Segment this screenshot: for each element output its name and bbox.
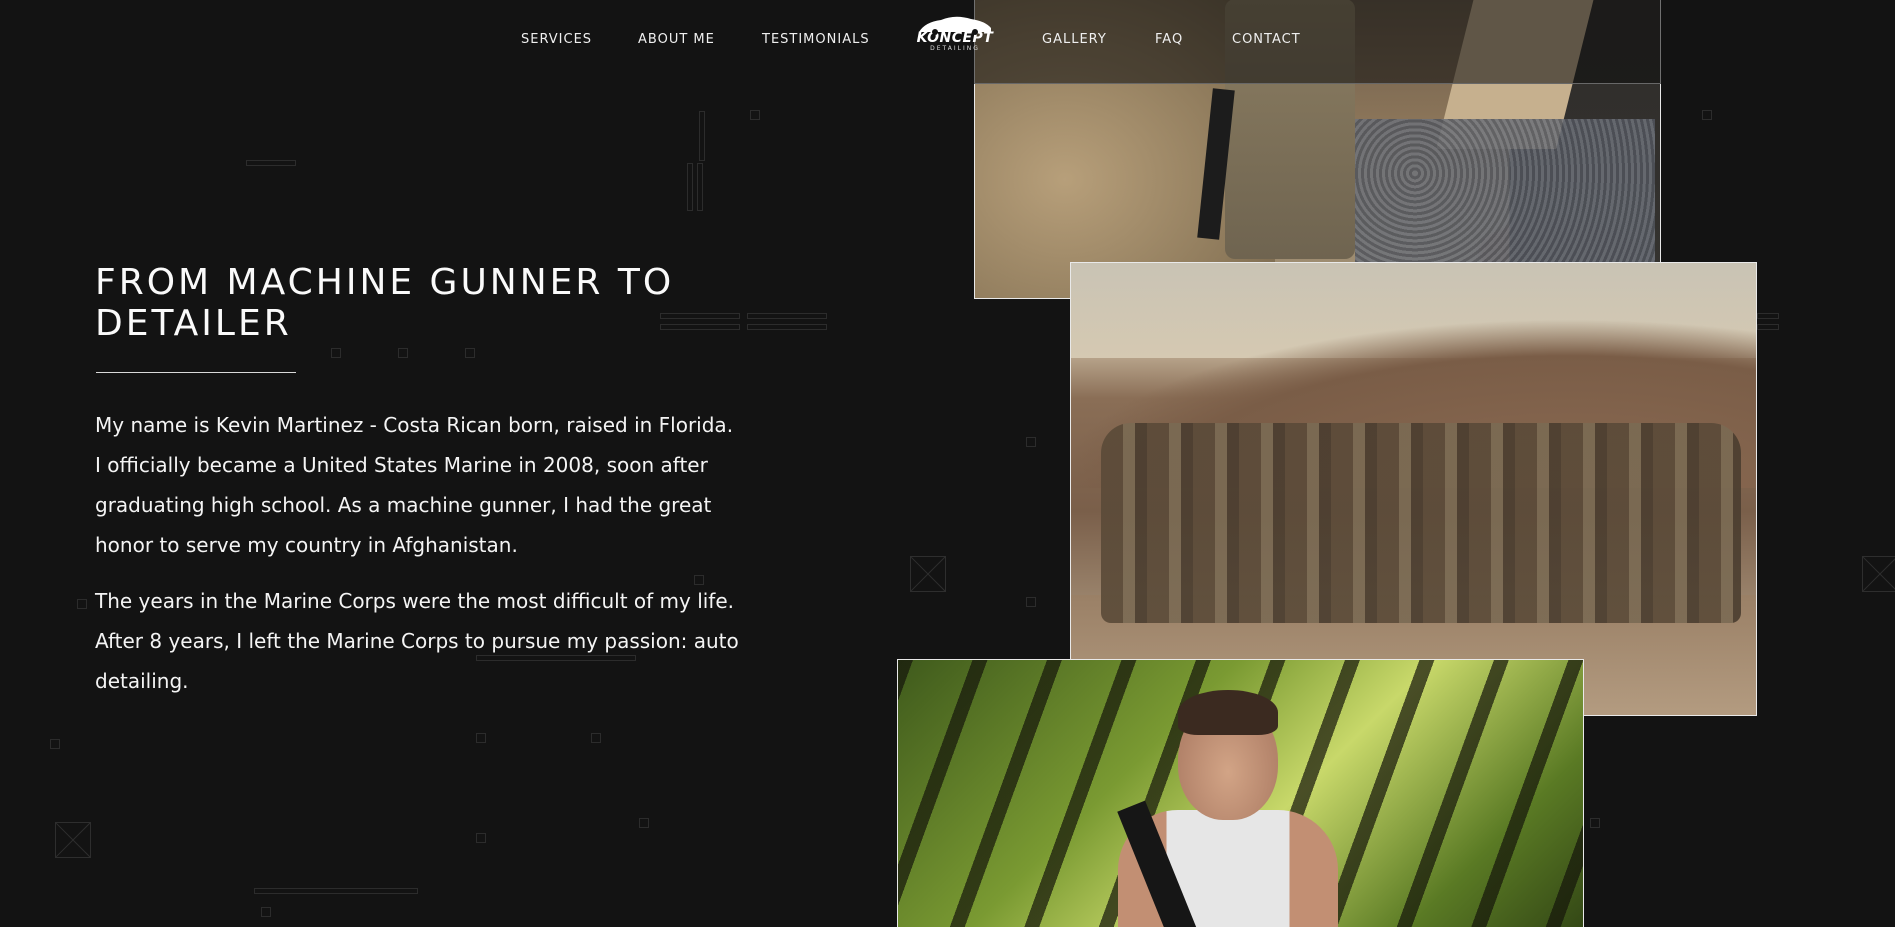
- deco-bar: [254, 888, 418, 894]
- deco-square: [50, 739, 60, 749]
- deco-square: [465, 348, 475, 358]
- deco-square: [261, 907, 271, 917]
- photo-troops: [1101, 423, 1741, 623]
- nav-link-faq[interactable]: FAQ: [1155, 32, 1183, 47]
- deco-square: [1026, 597, 1036, 607]
- deco-x: [1862, 556, 1895, 592]
- deco-square: [398, 348, 408, 358]
- deco-square: [476, 733, 486, 743]
- title-divider: [96, 372, 296, 373]
- deco-square: [1026, 437, 1036, 447]
- deco-square: [1590, 818, 1600, 828]
- deco-square: [750, 110, 760, 120]
- nav-link-testimonials[interactable]: TESTIMONIALS: [762, 32, 870, 47]
- platoon-group-photo: [1070, 262, 1757, 716]
- kevin-jungle-photo: [897, 659, 1584, 927]
- deco-bar: [747, 324, 827, 330]
- deco-bar: [699, 111, 705, 161]
- about-title: FROM MACHINE GUNNER TO DETAILER: [95, 262, 675, 344]
- deco-square: [476, 833, 486, 843]
- deco-bar: [1757, 313, 1779, 319]
- deco-square: [639, 818, 649, 828]
- deco-bar: [687, 163, 693, 211]
- nav-link-contact[interactable]: CONTACT: [1232, 32, 1301, 47]
- photo-hair: [1178, 690, 1278, 735]
- deco-bar: [747, 313, 827, 319]
- deco-square: [77, 599, 87, 609]
- deco-x: [55, 822, 91, 858]
- deco-bar: [1757, 324, 1779, 330]
- deco-x: [910, 556, 946, 592]
- deco-square: [331, 348, 341, 358]
- deco-bar: [246, 160, 296, 166]
- logo-subtitle: DETAILING: [930, 45, 980, 52]
- car-silhouette-icon: [919, 16, 991, 35]
- deco-square: [591, 733, 601, 743]
- nav-link-gallery[interactable]: GALLERY: [1042, 32, 1107, 47]
- koncept-logo[interactable]: KONCEPT DETAILING: [914, 14, 996, 62]
- about-paragraph-2: The years in the Marine Corps were the m…: [95, 589, 739, 693]
- nav-link-about-me[interactable]: ABOUT ME: [638, 32, 715, 47]
- deco-bar: [697, 163, 703, 211]
- deco-square: [1702, 110, 1712, 120]
- about-paragraph-1: My name is Kevin Martinez - Costa Rican …: [95, 413, 734, 557]
- nav-link-services[interactable]: SERVICES: [521, 32, 592, 47]
